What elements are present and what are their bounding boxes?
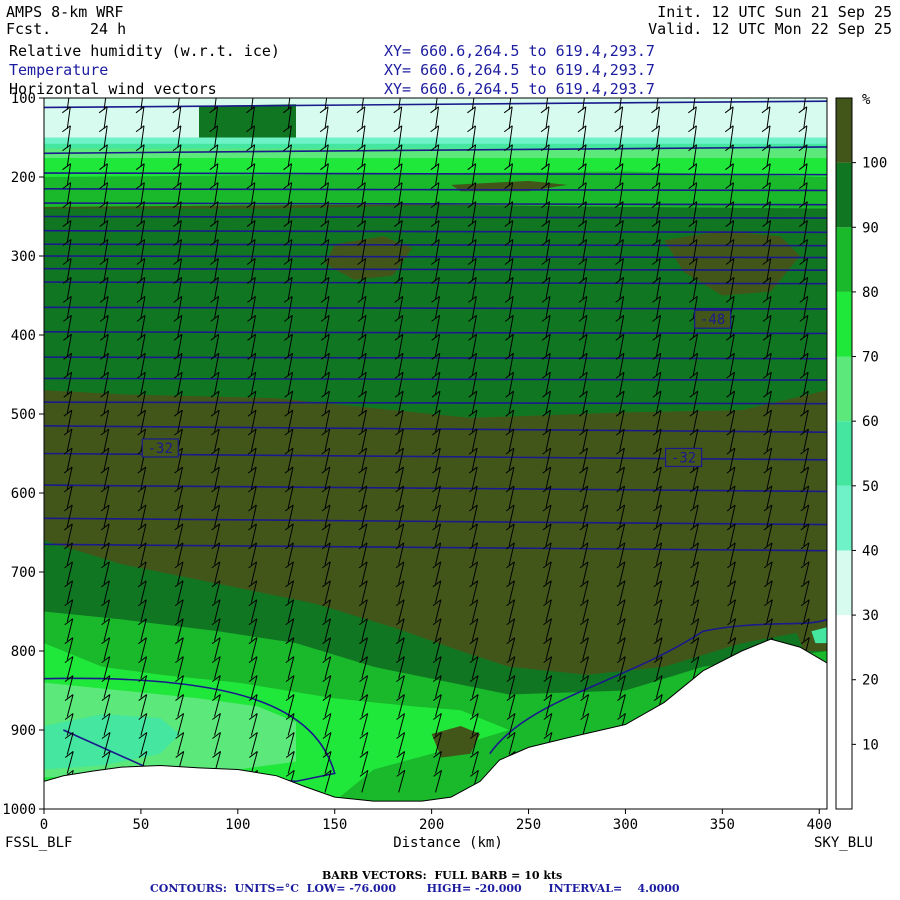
colorbar-bin: [836, 485, 852, 551]
isotherm-label: -32: [671, 450, 696, 466]
y-tick-label: 700: [11, 565, 36, 581]
colorbar-tick-label: 30: [862, 608, 879, 624]
y-tick-label: 800: [11, 644, 36, 660]
wind-barb-flag: [246, 88, 254, 94]
plot-area: -48 -32 -32: [44, 88, 827, 809]
wind-barb-flag: [504, 88, 512, 94]
colorbar-tick-label: 20: [862, 673, 879, 689]
wind-barb-flag: [320, 88, 328, 94]
colorbar-bin: [836, 679, 852, 745]
colorbar-unit: %: [862, 92, 871, 108]
colorbar-bin: [836, 162, 852, 228]
colorbar-tick-label: 80: [862, 285, 879, 301]
y-tick-label: 500: [11, 407, 36, 423]
isotherm-label: -32: [148, 441, 173, 457]
colorbar-bin: [836, 356, 852, 422]
wind-barb-flag: [651, 88, 659, 94]
wind-barb-flag: [467, 88, 475, 94]
isotherm-label: -48: [700, 312, 725, 328]
x-axis-label: Distance (km): [393, 835, 503, 851]
colorbar-bin: [836, 421, 852, 486]
wind-barb-flag: [99, 88, 107, 94]
cross-section-chart: -48 -32 -32 0 50 100 150 200 250 300 350 400 100 200…: [2, 88, 887, 851]
colorbar-bin: [836, 227, 852, 292]
wind-barb-flag: [283, 88, 291, 94]
wind-barb-flag: [173, 88, 181, 94]
wind-barb-flag: [136, 88, 144, 94]
colorbar-tick-label: 100: [862, 156, 887, 172]
colorbar: 10 20 30 40 50 60 70 80 90 100%: [835, 92, 887, 810]
colorbar-tick-label: 90: [862, 220, 879, 236]
colorbar-bin: [836, 550, 852, 616]
colorbar-tick-label: 50: [862, 479, 879, 495]
x-left-station-label: FSSL_BLF: [5, 835, 72, 851]
colorbar-bin: [836, 291, 852, 357]
y-tick-label: 200: [11, 170, 36, 186]
colorbar-tick-label: 40: [862, 543, 879, 559]
wind-barb-flag: [615, 88, 623, 94]
wind-barb-flag: [541, 88, 549, 94]
wind-barb-flag: [725, 88, 733, 94]
wind-barb-flag: [62, 88, 70, 94]
wind-barb-flag: [430, 88, 438, 94]
x-tick-label: 350: [710, 817, 735, 833]
x-tick-label: 0: [40, 817, 48, 833]
x-tick-label: 150: [322, 817, 347, 833]
y-tick-label: 1000: [2, 802, 36, 818]
contour-legend: CONTOURS: UNITS=°C LOW= -76.000 HIGH= -2…: [150, 882, 680, 895]
colorbar-tick-label: 70: [862, 350, 879, 366]
x-tick-label: 50: [132, 817, 149, 833]
wind-barb-flag: [762, 88, 770, 94]
y-tick-label: 100: [11, 91, 36, 107]
colorbar-bin: [836, 615, 852, 680]
y-tick-label: 300: [11, 249, 36, 265]
wind-barb-flag: [209, 88, 217, 94]
colorbar-bin: [836, 98, 852, 163]
colorbar-tick-label: 60: [862, 414, 879, 430]
x-tick-label: 100: [225, 817, 250, 833]
x-tick-label: 300: [613, 817, 638, 833]
y-tick-label: 600: [11, 486, 36, 502]
y-tick-label: 400: [11, 328, 36, 344]
barb-legend: BARB VECTORS: FULL BARB = 10 kts: [322, 869, 563, 882]
x-tick-label: 200: [419, 817, 444, 833]
wind-barb-flag: [394, 88, 402, 94]
x-right-station-label: SKY_BLU: [814, 835, 873, 851]
x-tick-label: 400: [807, 817, 832, 833]
colorbar-tick-label: 10: [862, 737, 879, 753]
wind-barb-flag: [688, 88, 696, 94]
y-tick-label: 900: [11, 723, 36, 739]
x-tick-label: 250: [516, 817, 541, 833]
colorbar-bin: [836, 744, 852, 809]
wind-barb-flag: [578, 88, 586, 94]
wind-barb-flag: [799, 88, 807, 94]
wind-barb-flag: [357, 88, 365, 94]
